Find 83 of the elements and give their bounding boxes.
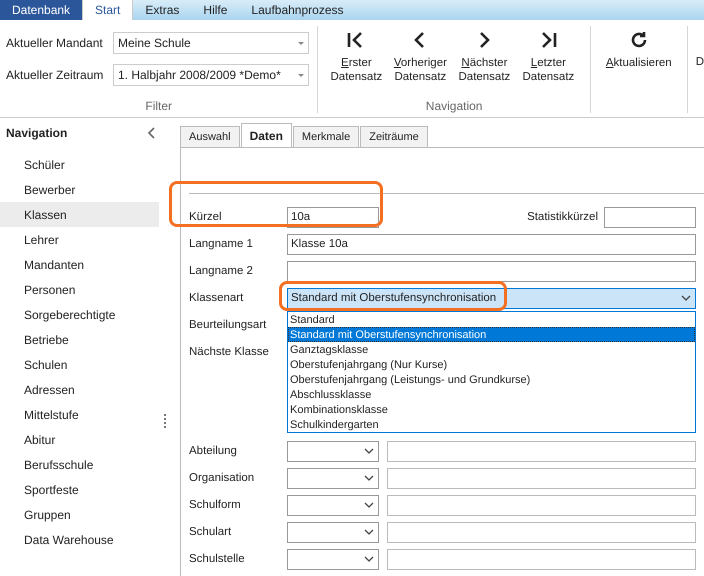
field-label: Kürzel [189,211,223,223]
chevron-down-icon [364,502,374,508]
field-label: Organisation [189,472,256,484]
field-label: Klassenart [189,292,244,304]
combo-box[interactable]: Meine Schule [113,32,309,54]
sidebar-item[interactable]: Mittelstufe [0,402,159,427]
form-tab[interactable]: Daten [240,123,292,147]
dropdown-arrow-icon [298,42,304,44]
input-field[interactable] [387,468,696,488]
sidebar-item[interactable]: Sorgeberechtigte [0,302,159,327]
ribbon-tab[interactable]: Hilfe [191,0,240,20]
sidebar-item[interactable]: Lehrer [0,227,159,252]
sidebar-item[interactable]: Adressen [0,377,159,402]
sidebar-item[interactable]: Sportfeste [0,477,159,502]
field-label: Schulstelle [189,553,246,565]
refresh-icon [628,30,649,50]
dropdown-option[interactable]: Oberstufenjahrgang (Nur Kurse) [288,357,695,372]
form-tab[interactable]: Merkmale [292,126,360,147]
filter-label: Aktueller Mandant [6,36,104,50]
ribbon-button[interactable]: Nächster Datensatz [452,26,516,99]
dropdown-option[interactable]: Standard [288,312,695,327]
ribbon-tab[interactable]: Laufbahnprozess [239,0,356,20]
combo-box[interactable]: 1. Halbjahr 2008/2009 *Demo* [113,64,309,86]
field-label: Schulform [189,499,242,511]
refresh-button[interactable]: Aktualisieren [598,26,679,113]
chevron-down-icon [681,294,691,302]
field-label: Langname 1 [189,238,254,250]
input-field[interactable] [387,440,696,462]
dropdown-arrow-icon [298,74,304,76]
splitter-grip-icon[interactable] [164,414,167,428]
ribbon-button[interactable]: D [688,20,704,117]
group-caption: Filter [144,99,174,113]
field-label: Beurteilungsart [189,319,268,331]
sidebar-item[interactable]: Schüler [0,152,159,177]
field-label: Nächste Klasse [189,346,270,358]
dropdown-option[interactable]: Oberstufenjahrgang (Leistungs- und Grundkurse) [288,372,695,387]
dropdown-option[interactable]: Ganztagsklasse [288,342,695,357]
ribbon-button[interactable]: Letzter Datensatz [516,26,580,99]
input-field[interactable] [387,494,696,516]
sidebar-item[interactable]: Schulen [0,352,159,377]
sidebar-item[interactable]: Data Warehouse [0,527,159,552]
field-label: Statistikkürzel [527,211,598,223]
field-label: Schulart [189,526,232,538]
dropdown-option[interactable]: Kombinationsklasse [288,402,695,417]
filter-label: Aktueller Zeitraum [6,68,104,82]
chevron-down-icon [364,448,374,454]
ribbon-button[interactable]: Erster Datensatz [324,26,388,99]
input-field[interactable] [387,522,696,542]
sidebar-item[interactable]: Mandanten [0,252,159,277]
chevron-down-icon [364,556,374,562]
chevron-down-icon [364,474,374,482]
combo-box[interactable] [287,440,379,462]
chevron-down-icon [364,528,374,536]
sidebar-item[interactable]: Bewerber [0,177,159,202]
dropdown-option[interactable]: Abschlussklasse [288,387,695,402]
ribbon-tab[interactable]: Extras [133,0,192,20]
sidebar-item[interactable]: Gruppen [0,502,159,527]
field-label: Langname 2 [189,265,254,277]
combo-box[interactable] [287,522,379,542]
dropdown-option[interactable]: Schulkindergarten [288,417,695,432]
input-field[interactable] [604,206,696,228]
ribbon-tab[interactable]: Start [82,0,134,20]
ribbon-button[interactable]: Vorheriger Datensatz [388,26,452,99]
form-tab[interactable]: Zeiträume [360,126,428,147]
dropdown-option[interactable]: Standard mit Oberstufensynchronisation [288,327,695,342]
sidebar-item[interactable]: Betriebe [0,327,159,352]
field-label: Abteilung [189,445,238,457]
collapse-icon[interactable] [146,127,156,139]
combo-box[interactable] [287,494,379,516]
sidebar-item[interactable]: Berufsschule [0,452,159,477]
input-field[interactable]: Klasse 10a [287,234,696,254]
input-field[interactable] [387,548,696,570]
input-field[interactable] [287,260,696,282]
sidebar-title: Navigation [6,126,68,140]
group-caption: Navigation [424,99,484,113]
combo-box[interactable]: Standard mit Oberstufensynchronisation [287,288,696,308]
form-tab[interactable]: Auswahl [180,126,240,147]
sidebar-item[interactable]: Abitur [0,427,159,452]
combo-box[interactable] [287,548,379,570]
sidebar-item[interactable]: Klassen [0,202,159,227]
sidebar-item[interactable]: Personen [0,277,159,302]
file-menu-tab[interactable]: Datenbank [0,0,82,20]
combo-box[interactable] [287,468,379,488]
